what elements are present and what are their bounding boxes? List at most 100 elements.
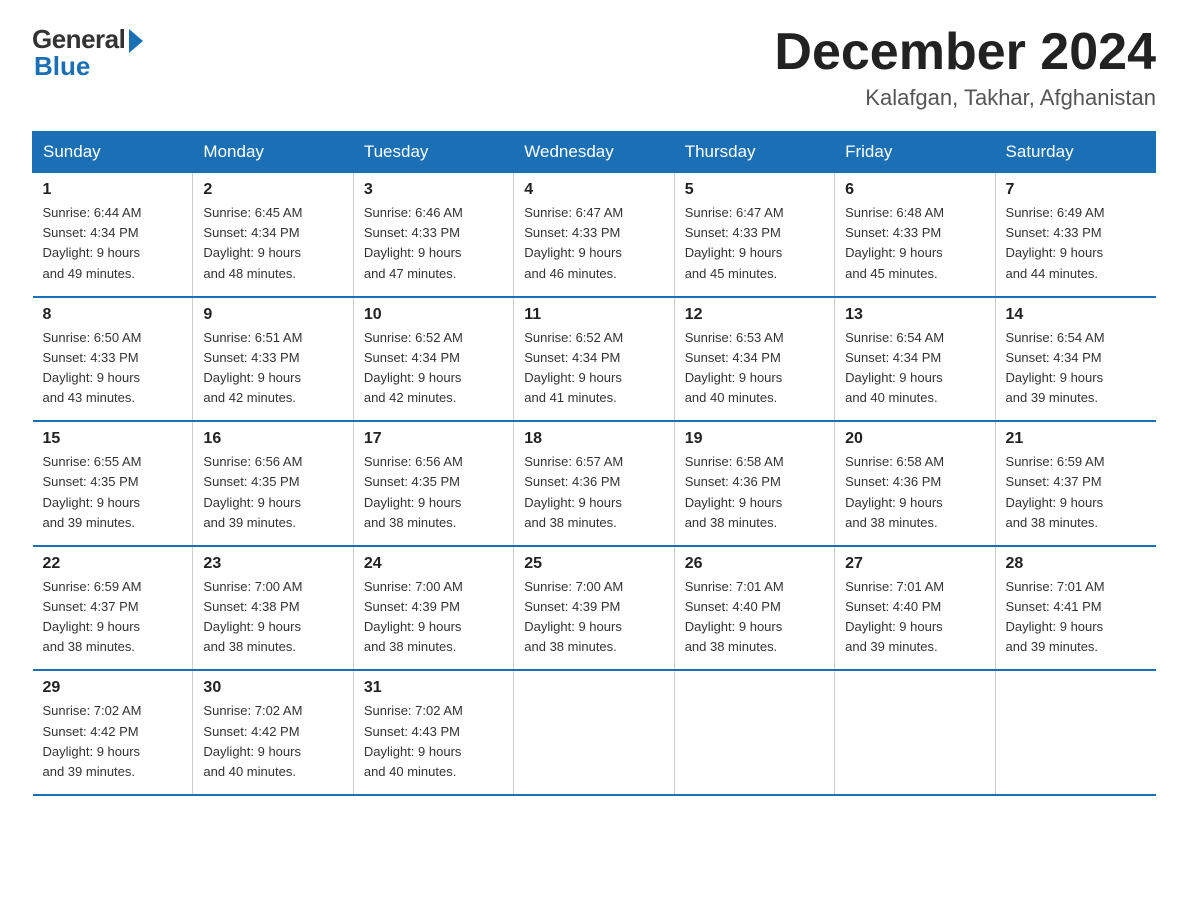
calendar-cell: 30 Sunrise: 7:02 AM Sunset: 4:42 PM Dayl…	[193, 670, 353, 795]
calendar-cell: 3 Sunrise: 6:46 AM Sunset: 4:33 PM Dayli…	[353, 173, 513, 297]
calendar-cell: 12 Sunrise: 6:53 AM Sunset: 4:34 PM Dayl…	[674, 297, 834, 422]
location-text: Kalafgan, Takhar, Afghanistan	[774, 85, 1156, 111]
day-info: Sunrise: 6:59 AM Sunset: 4:37 PM Dayligh…	[43, 577, 183, 658]
calendar-cell: 13 Sunrise: 6:54 AM Sunset: 4:34 PM Dayl…	[835, 297, 995, 422]
day-number: 5	[685, 181, 824, 199]
calendar-cell: 7 Sunrise: 6:49 AM Sunset: 4:33 PM Dayli…	[995, 173, 1155, 297]
day-info: Sunrise: 6:51 AM Sunset: 4:33 PM Dayligh…	[203, 328, 342, 409]
calendar-cell: 31 Sunrise: 7:02 AM Sunset: 4:43 PM Dayl…	[353, 670, 513, 795]
day-number: 19	[685, 430, 824, 448]
day-info: Sunrise: 6:58 AM Sunset: 4:36 PM Dayligh…	[685, 452, 824, 533]
calendar-week-row: 22 Sunrise: 6:59 AM Sunset: 4:37 PM Dayl…	[33, 546, 1156, 671]
calendar-cell: 18 Sunrise: 6:57 AM Sunset: 4:36 PM Dayl…	[514, 421, 674, 546]
day-number: 22	[43, 555, 183, 573]
day-number: 16	[203, 430, 342, 448]
calendar-cell: 15 Sunrise: 6:55 AM Sunset: 4:35 PM Dayl…	[33, 421, 193, 546]
day-number: 25	[524, 555, 663, 573]
day-info: Sunrise: 6:57 AM Sunset: 4:36 PM Dayligh…	[524, 452, 663, 533]
calendar-cell: 23 Sunrise: 7:00 AM Sunset: 4:38 PM Dayl…	[193, 546, 353, 671]
day-info: Sunrise: 7:01 AM Sunset: 4:40 PM Dayligh…	[845, 577, 984, 658]
header-monday: Monday	[193, 132, 353, 173]
day-info: Sunrise: 6:56 AM Sunset: 4:35 PM Dayligh…	[203, 452, 342, 533]
calendar-cell: 16 Sunrise: 6:56 AM Sunset: 4:35 PM Dayl…	[193, 421, 353, 546]
day-number: 7	[1006, 181, 1146, 199]
calendar-cell: 22 Sunrise: 6:59 AM Sunset: 4:37 PM Dayl…	[33, 546, 193, 671]
calendar-week-row: 1 Sunrise: 6:44 AM Sunset: 4:34 PM Dayli…	[33, 173, 1156, 297]
day-info: Sunrise: 7:01 AM Sunset: 4:40 PM Dayligh…	[685, 577, 824, 658]
header-sunday: Sunday	[33, 132, 193, 173]
header-friday: Friday	[835, 132, 995, 173]
day-info: Sunrise: 7:02 AM Sunset: 4:43 PM Dayligh…	[364, 701, 503, 782]
day-info: Sunrise: 7:02 AM Sunset: 4:42 PM Dayligh…	[203, 701, 342, 782]
logo-blue-text: Blue	[34, 51, 90, 82]
day-info: Sunrise: 7:02 AM Sunset: 4:42 PM Dayligh…	[43, 701, 183, 782]
calendar-cell: 24 Sunrise: 7:00 AM Sunset: 4:39 PM Dayl…	[353, 546, 513, 671]
day-number: 1	[43, 181, 183, 199]
day-info: Sunrise: 6:59 AM Sunset: 4:37 PM Dayligh…	[1006, 452, 1146, 533]
calendar-cell: 29 Sunrise: 7:02 AM Sunset: 4:42 PM Dayl…	[33, 670, 193, 795]
calendar-week-row: 15 Sunrise: 6:55 AM Sunset: 4:35 PM Dayl…	[33, 421, 1156, 546]
calendar-cell: 17 Sunrise: 6:56 AM Sunset: 4:35 PM Dayl…	[353, 421, 513, 546]
day-number: 17	[364, 430, 503, 448]
calendar-header-row: SundayMondayTuesdayWednesdayThursdayFrid…	[33, 132, 1156, 173]
calendar-cell: 1 Sunrise: 6:44 AM Sunset: 4:34 PM Dayli…	[33, 173, 193, 297]
calendar-cell	[674, 670, 834, 795]
calendar-cell: 11 Sunrise: 6:52 AM Sunset: 4:34 PM Dayl…	[514, 297, 674, 422]
day-info: Sunrise: 6:49 AM Sunset: 4:33 PM Dayligh…	[1006, 203, 1146, 284]
logo: General Blue	[32, 24, 143, 82]
header-thursday: Thursday	[674, 132, 834, 173]
day-number: 14	[1006, 306, 1146, 324]
calendar-cell: 25 Sunrise: 7:00 AM Sunset: 4:39 PM Dayl…	[514, 546, 674, 671]
day-info: Sunrise: 7:00 AM Sunset: 4:39 PM Dayligh…	[364, 577, 503, 658]
calendar-cell: 26 Sunrise: 7:01 AM Sunset: 4:40 PM Dayl…	[674, 546, 834, 671]
day-number: 13	[845, 306, 984, 324]
day-number: 4	[524, 181, 663, 199]
calendar-cell: 4 Sunrise: 6:47 AM Sunset: 4:33 PM Dayli…	[514, 173, 674, 297]
day-info: Sunrise: 6:52 AM Sunset: 4:34 PM Dayligh…	[524, 328, 663, 409]
calendar-cell: 28 Sunrise: 7:01 AM Sunset: 4:41 PM Dayl…	[995, 546, 1155, 671]
day-info: Sunrise: 6:52 AM Sunset: 4:34 PM Dayligh…	[364, 328, 503, 409]
logo-arrow-icon	[129, 29, 143, 53]
day-number: 31	[364, 679, 503, 697]
day-info: Sunrise: 6:56 AM Sunset: 4:35 PM Dayligh…	[364, 452, 503, 533]
day-number: 10	[364, 306, 503, 324]
day-info: Sunrise: 7:01 AM Sunset: 4:41 PM Dayligh…	[1006, 577, 1146, 658]
day-number: 28	[1006, 555, 1146, 573]
calendar-cell: 10 Sunrise: 6:52 AM Sunset: 4:34 PM Dayl…	[353, 297, 513, 422]
calendar-cell: 2 Sunrise: 6:45 AM Sunset: 4:34 PM Dayli…	[193, 173, 353, 297]
calendar-cell: 27 Sunrise: 7:01 AM Sunset: 4:40 PM Dayl…	[835, 546, 995, 671]
calendar-cell: 6 Sunrise: 6:48 AM Sunset: 4:33 PM Dayli…	[835, 173, 995, 297]
day-info: Sunrise: 6:48 AM Sunset: 4:33 PM Dayligh…	[845, 203, 984, 284]
calendar-cell	[835, 670, 995, 795]
page-header: General Blue December 2024 Kalafgan, Tak…	[32, 24, 1156, 111]
calendar-cell: 9 Sunrise: 6:51 AM Sunset: 4:33 PM Dayli…	[193, 297, 353, 422]
day-number: 9	[203, 306, 342, 324]
day-info: Sunrise: 6:46 AM Sunset: 4:33 PM Dayligh…	[364, 203, 503, 284]
day-number: 18	[524, 430, 663, 448]
calendar-table: SundayMondayTuesdayWednesdayThursdayFrid…	[32, 131, 1156, 796]
day-number: 23	[203, 555, 342, 573]
day-number: 3	[364, 181, 503, 199]
day-info: Sunrise: 6:53 AM Sunset: 4:34 PM Dayligh…	[685, 328, 824, 409]
day-number: 27	[845, 555, 984, 573]
month-title: December 2024	[774, 24, 1156, 81]
day-info: Sunrise: 6:55 AM Sunset: 4:35 PM Dayligh…	[43, 452, 183, 533]
day-info: Sunrise: 6:50 AM Sunset: 4:33 PM Dayligh…	[43, 328, 183, 409]
day-info: Sunrise: 7:00 AM Sunset: 4:39 PM Dayligh…	[524, 577, 663, 658]
header-saturday: Saturday	[995, 132, 1155, 173]
day-info: Sunrise: 6:58 AM Sunset: 4:36 PM Dayligh…	[845, 452, 984, 533]
day-info: Sunrise: 6:54 AM Sunset: 4:34 PM Dayligh…	[1006, 328, 1146, 409]
day-number: 8	[43, 306, 183, 324]
calendar-cell: 21 Sunrise: 6:59 AM Sunset: 4:37 PM Dayl…	[995, 421, 1155, 546]
calendar-week-row: 29 Sunrise: 7:02 AM Sunset: 4:42 PM Dayl…	[33, 670, 1156, 795]
day-info: Sunrise: 6:45 AM Sunset: 4:34 PM Dayligh…	[203, 203, 342, 284]
day-info: Sunrise: 6:47 AM Sunset: 4:33 PM Dayligh…	[685, 203, 824, 284]
calendar-cell: 19 Sunrise: 6:58 AM Sunset: 4:36 PM Dayl…	[674, 421, 834, 546]
day-number: 29	[43, 679, 183, 697]
day-info: Sunrise: 6:44 AM Sunset: 4:34 PM Dayligh…	[43, 203, 183, 284]
day-number: 21	[1006, 430, 1146, 448]
title-section: December 2024 Kalafgan, Takhar, Afghanis…	[774, 24, 1156, 111]
day-number: 30	[203, 679, 342, 697]
day-number: 15	[43, 430, 183, 448]
calendar-cell: 8 Sunrise: 6:50 AM Sunset: 4:33 PM Dayli…	[33, 297, 193, 422]
